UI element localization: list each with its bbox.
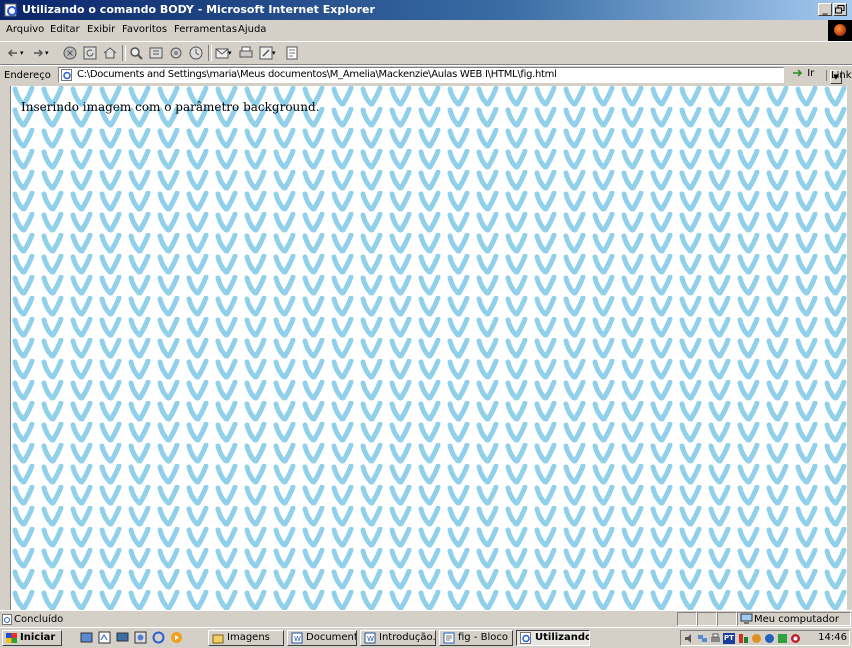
right-frame [847, 86, 852, 610]
toolbar: ▾ ▾ ▾ ▾ [0, 42, 852, 65]
start-button[interactable]: Iniciar [2, 630, 62, 646]
taskbar-item-label: Utilizando... [535, 632, 589, 643]
status-cell [717, 612, 737, 626]
forward-icon[interactable] [30, 45, 46, 61]
search-icon[interactable] [128, 45, 144, 61]
stop-icon[interactable] [62, 45, 78, 61]
status-text: Concluído [14, 614, 64, 625]
home-icon[interactable] [102, 45, 118, 61]
app-tray-icon-1[interactable] [738, 633, 749, 644]
printer-tray-icon[interactable] [710, 633, 721, 644]
menu-ajuda[interactable]: Ajuda [238, 24, 266, 35]
menu-ferramentas[interactable]: Ferramentas [174, 24, 237, 35]
word-document-icon: W [291, 632, 303, 644]
svg-text:W: W [294, 635, 301, 643]
address-bar: Endereço C:\Documents and Settings\maria… [0, 65, 852, 86]
menu-favoritos[interactable]: Favoritos [122, 24, 167, 35]
ie-page-icon [4, 3, 17, 17]
taskbar-item-label: Imagens [227, 632, 270, 643]
app-tray-icon-2[interactable] [751, 633, 762, 644]
history-icon[interactable] [188, 45, 204, 61]
word-document-icon: W [364, 632, 376, 644]
volume-icon[interactable] [684, 633, 695, 644]
title-bar: Utilizando o comando BODY - Microsoft In… [0, 0, 852, 20]
language-indicator[interactable]: PT [723, 633, 735, 644]
minimize-button[interactable]: _ [818, 3, 832, 16]
left-frame [0, 86, 11, 610]
app-tray-icon-4[interactable] [777, 633, 788, 644]
ie-page-icon [520, 632, 531, 644]
menu-arquivo[interactable]: Arquivo [6, 24, 44, 35]
svg-text:W: W [367, 635, 374, 643]
computer-icon [740, 613, 753, 624]
favorites-icon[interactable] [148, 45, 164, 61]
start-label: Iniciar [20, 632, 56, 643]
windows-logo-icon [834, 24, 846, 36]
toolbar-separator [208, 45, 212, 61]
restore-icon [835, 5, 845, 14]
go-button[interactable]: Ir [792, 68, 814, 79]
status-cell [677, 612, 697, 626]
ie-quicklaunch-icon[interactable] [152, 631, 165, 644]
taskbar-item-label: Document... [306, 632, 357, 643]
taskbar: Iniciar Imagens W Document... W Introduç… [0, 627, 852, 648]
restore-button[interactable] [833, 3, 847, 16]
quicklaunch-icon-3[interactable] [134, 631, 147, 644]
status-cell [697, 612, 717, 626]
throbber [828, 20, 852, 41]
page-text: Inserindo imagem com o parâmetro backgro… [21, 100, 320, 114]
quicklaunch-icon-2[interactable] [98, 631, 111, 644]
taskbar-item-label: Introdução... [379, 632, 436, 643]
folder-search-icon [212, 634, 224, 644]
taskbar-item-active[interactable]: Utilizando... [516, 630, 590, 646]
address-url: C:\Documents and Settings\maria\Meus doc… [77, 69, 557, 80]
toolbar-separator [122, 45, 126, 61]
go-label: Ir [807, 68, 815, 79]
refresh-icon[interactable] [82, 45, 98, 61]
app-tray-icon-5[interactable] [790, 633, 801, 644]
address-input[interactable]: C:\Documents and Settings\maria\Meus doc… [58, 67, 842, 84]
page-content: Inserindo imagem com o parâmetro backgro… [11, 86, 847, 610]
media-icon[interactable] [168, 45, 184, 61]
media-player-icon[interactable] [170, 631, 183, 644]
forward-dropdown-icon[interactable]: ▾ [45, 45, 61, 61]
taskbar-item[interactable]: W Document... [287, 630, 357, 646]
system-tray: PT 14:46 [680, 630, 850, 646]
go-arrow-icon [793, 69, 803, 77]
network-icon[interactable] [697, 633, 708, 644]
zone-text: Meu computador [754, 614, 839, 625]
menu-editar[interactable]: Editar [50, 24, 80, 35]
taskbar-item[interactable]: fig - Bloco ... [439, 630, 513, 646]
links-button[interactable]: Links [826, 70, 852, 81]
ie-page-icon [61, 69, 72, 81]
status-bar: Concluído Meu computador [0, 610, 852, 628]
taskbar-item[interactable]: Imagens [208, 630, 284, 646]
page-status-icon [2, 614, 12, 625]
clock: 14:46 [818, 632, 847, 643]
menu-exibir[interactable]: Exibir [87, 24, 115, 35]
taskbar-item-label: fig - Bloco ... [458, 632, 512, 643]
menu-bar: Arquivo Editar Exibir Favoritos Ferramen… [0, 20, 852, 42]
taskbar-item[interactable]: W Introdução... [360, 630, 436, 646]
discuss-icon[interactable] [284, 45, 300, 61]
notepad-icon [443, 632, 455, 644]
back-icon[interactable] [5, 45, 21, 61]
app-tray-icon-3[interactable] [764, 633, 775, 644]
quicklaunch-icon-1[interactable] [80, 631, 93, 644]
window-title: Utilizando o comando BODY - Microsoft In… [22, 3, 375, 16]
windows-flag-icon [6, 633, 17, 643]
show-desktop-icon[interactable] [116, 631, 129, 644]
address-label: Endereço [4, 70, 51, 81]
print-icon[interactable] [238, 45, 254, 61]
